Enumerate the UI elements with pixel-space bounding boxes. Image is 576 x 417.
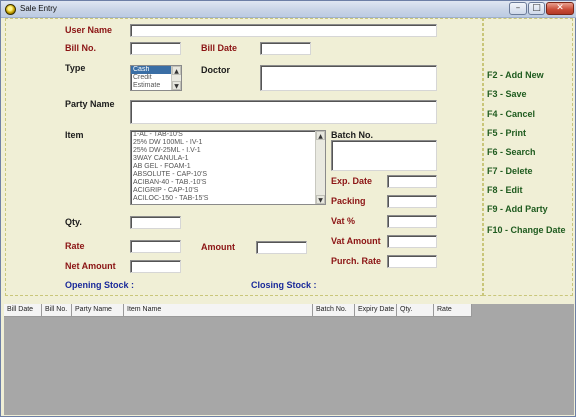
- amount-field[interactable]: [256, 241, 307, 254]
- qty-field[interactable]: [130, 216, 181, 229]
- item-option[interactable]: 25% DW-25ML - I.V-1: [131, 147, 325, 155]
- item-option[interactable]: ACIGRIP - CAP-10'S: [131, 187, 325, 195]
- rate-label: Rate: [65, 241, 85, 251]
- vat-amount-label: Vat Amount: [331, 236, 381, 246]
- sale-entry-window: Sale Entry – □ ✕ User Name Bill No. Bill…: [0, 0, 576, 417]
- bill-no-label: Bill No.: [65, 43, 96, 53]
- scroll-up-arrow-icon[interactable]: ▲: [172, 66, 181, 75]
- doctor-field[interactable]: [260, 65, 437, 91]
- shortcut-edit[interactable]: F8 - Edit: [487, 185, 523, 195]
- scroll-up-arrow-icon[interactable]: ▲: [316, 131, 325, 140]
- shortcut-search[interactable]: F6 - Search: [487, 147, 536, 157]
- bill-date-label: Bill Date: [201, 43, 238, 53]
- shortcut-delete[interactable]: F7 - Delete: [487, 166, 533, 176]
- scroll-down-arrow-icon[interactable]: ▼: [316, 195, 325, 204]
- vat-percent-field[interactable]: [387, 215, 437, 228]
- type-scrollbar[interactable]: ▲ ▼: [171, 66, 181, 90]
- bill-no-field[interactable]: [130, 42, 181, 55]
- batch-no-field[interactable]: [331, 140, 437, 171]
- column-header-qty[interactable]: Qty.: [397, 304, 434, 317]
- shortcut-save[interactable]: F3 - Save: [487, 89, 527, 99]
- net-amount-field[interactable]: [130, 260, 181, 273]
- shortcut-change-date[interactable]: F10 - Change Date: [487, 225, 566, 235]
- item-label: Item: [65, 130, 84, 140]
- column-header-party-name[interactable]: Party Name: [72, 304, 124, 317]
- item-option[interactable]: 3WAY CANULA-1: [131, 155, 325, 163]
- title-bar: Sale Entry – □ ✕: [1, 1, 576, 18]
- qty-label: Qty.: [65, 217, 82, 227]
- column-header-bill-no[interactable]: Bill No.: [42, 304, 72, 317]
- purch-rate-field[interactable]: [387, 255, 437, 268]
- column-header-bill-date[interactable]: Bill Date: [4, 304, 42, 317]
- shortcut-print[interactable]: F5 - Print: [487, 128, 526, 138]
- scroll-down-arrow-icon[interactable]: ▼: [172, 81, 181, 90]
- exp-date-field[interactable]: [387, 175, 437, 188]
- item-option[interactable]: ACILOC-150 - TAB-15'S: [131, 195, 325, 203]
- packing-label: Packing: [331, 196, 366, 206]
- type-label: Type: [65, 63, 86, 73]
- bill-date-field[interactable]: [260, 42, 311, 55]
- amount-label: Amount: [201, 242, 235, 252]
- column-header-item-name[interactable]: Item Name: [124, 304, 313, 317]
- item-option[interactable]: ABSOLUTE - CAP-10'S: [131, 171, 325, 179]
- window-title: Sale Entry: [20, 4, 57, 13]
- column-header-expiry-date[interactable]: Expiry Date: [355, 304, 397, 317]
- minimize-button[interactable]: –: [509, 2, 527, 15]
- grid-header: Bill Date Bill No. Party Name Item Name …: [4, 304, 472, 317]
- purch-rate-label: Purch. Rate: [331, 256, 382, 266]
- party-name-field[interactable]: [130, 100, 437, 124]
- party-name-label: Party Name: [65, 99, 115, 109]
- entry-form-panel: User Name Bill No. Bill Date Type Cash C…: [5, 18, 483, 296]
- shortcut-panel: F2 - Add New F3 - Save F4 - Cancel F5 - …: [483, 18, 573, 296]
- user-name-field[interactable]: [130, 24, 437, 37]
- maximize-button[interactable]: □: [528, 2, 545, 15]
- sales-grid[interactable]: Bill Date Bill No. Party Name Item Name …: [4, 304, 574, 415]
- item-scrollbar[interactable]: ▲ ▼: [315, 131, 325, 204]
- exp-date-label: Exp. Date: [331, 176, 373, 186]
- close-button[interactable]: ✕: [546, 2, 574, 15]
- app-icon: [5, 4, 16, 15]
- shortcut-add-new[interactable]: F2 - Add New: [487, 70, 544, 80]
- packing-field[interactable]: [387, 195, 437, 208]
- shortcut-add-party[interactable]: F9 - Add Party: [487, 204, 548, 214]
- vat-amount-field[interactable]: [387, 235, 437, 248]
- item-listbox[interactable]: 1-AL - TAB-10'S 25% DW 100ML - IV-1 25% …: [130, 130, 326, 205]
- item-option[interactable]: ACIBAN-40 - TAB.-10'S: [131, 179, 325, 187]
- shortcut-cancel[interactable]: F4 - Cancel: [487, 109, 535, 119]
- item-option[interactable]: 25% DW 100ML - IV-1: [131, 139, 325, 147]
- user-name-label: User Name: [65, 25, 113, 35]
- column-header-rate[interactable]: Rate: [434, 304, 472, 317]
- item-option[interactable]: 1-AL - TAB-10'S: [131, 131, 325, 139]
- closing-stock-label: Closing Stock :: [251, 280, 317, 290]
- opening-stock-label: Opening Stock :: [65, 280, 135, 290]
- doctor-label: Doctor: [201, 65, 230, 75]
- net-amount-label: Net Amount: [65, 261, 116, 271]
- item-option[interactable]: AB GEL - FOAM-1: [131, 163, 325, 171]
- batch-no-label: Batch No.: [331, 130, 374, 140]
- type-listbox[interactable]: Cash Credit Estimate ▲ ▼: [130, 65, 182, 91]
- rate-field[interactable]: [130, 240, 181, 253]
- vat-percent-label: Vat %: [331, 216, 356, 226]
- column-header-batch-no[interactable]: Batch No.: [313, 304, 355, 317]
